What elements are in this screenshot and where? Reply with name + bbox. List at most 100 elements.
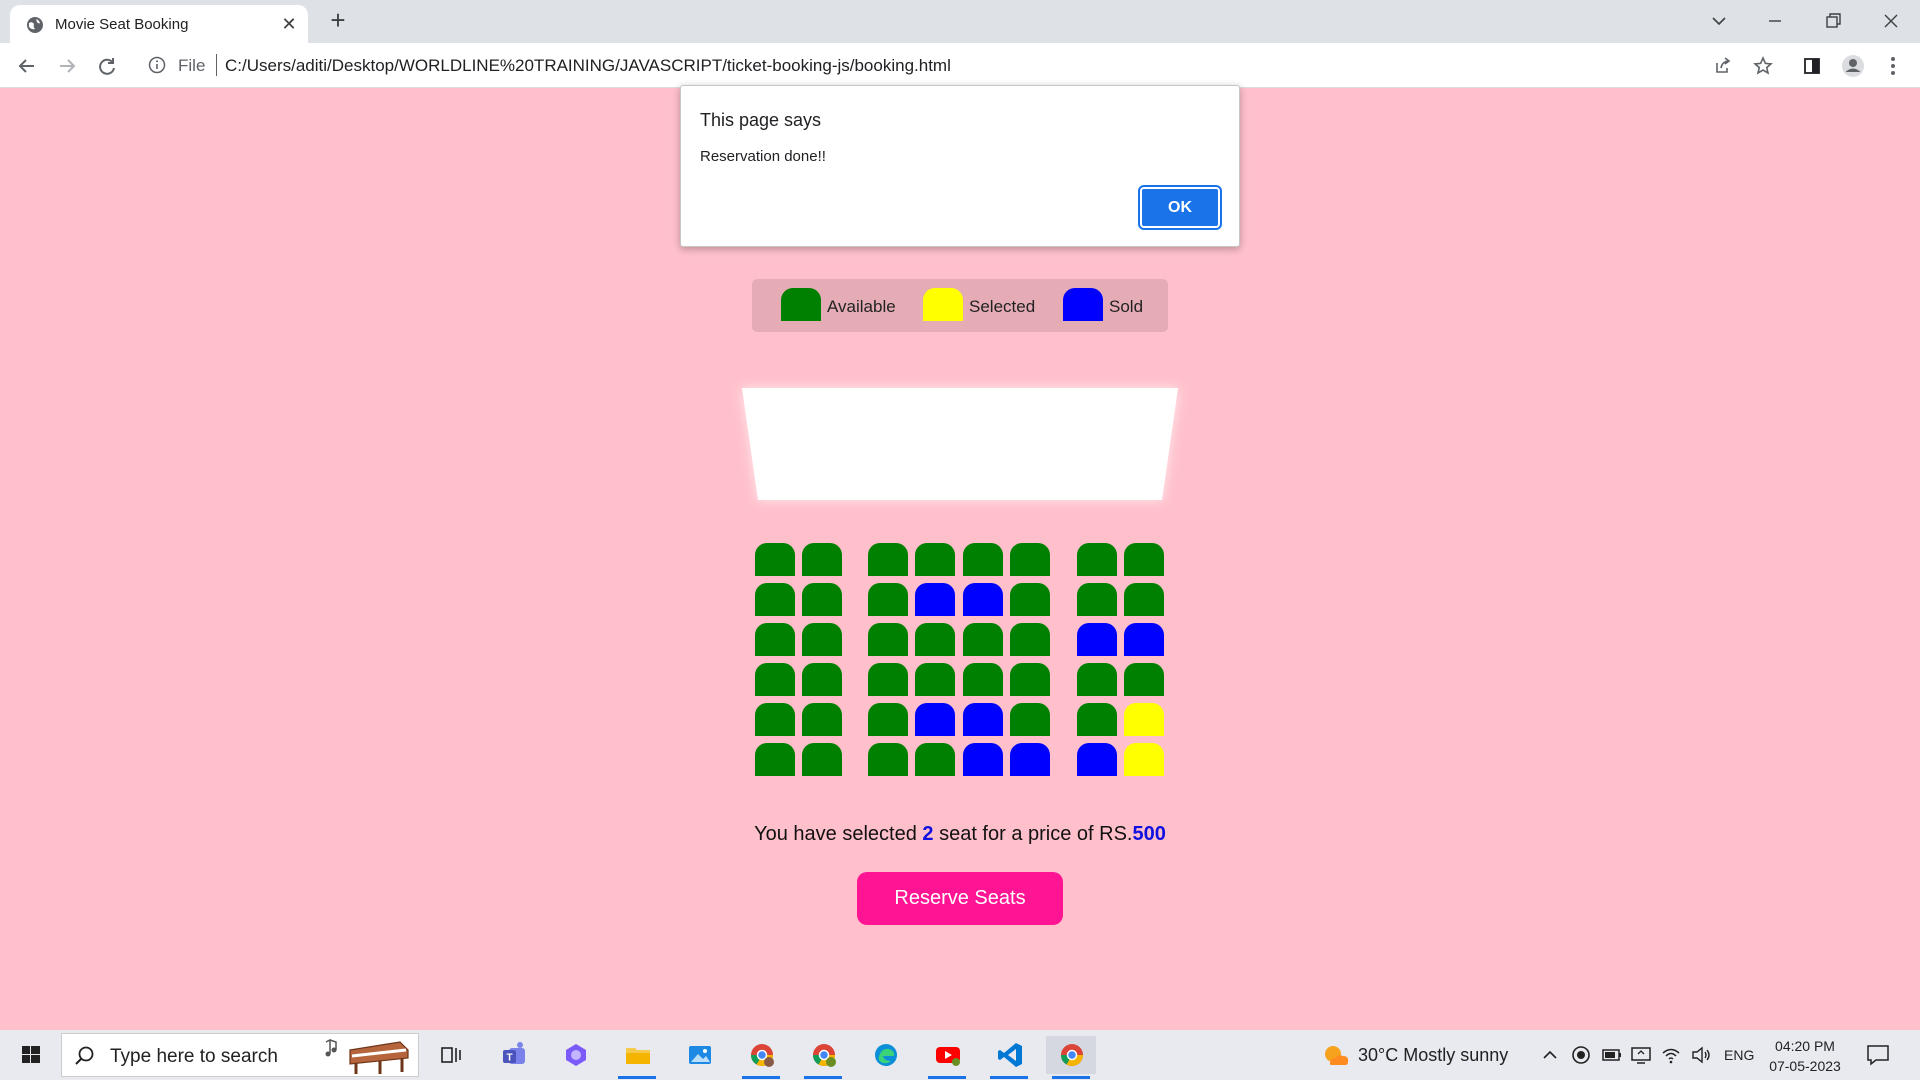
browser-tab[interactable]: Movie Seat Booking ✕	[10, 5, 308, 43]
seat-available[interactable]	[915, 623, 955, 656]
seat-available[interactable]	[1077, 583, 1117, 616]
copilot-icon[interactable]	[550, 1036, 600, 1074]
notification-icon[interactable]	[1866, 1044, 1890, 1066]
chrome-icon[interactable]	[1046, 1036, 1096, 1079]
taskbar-search-box[interactable]: Type here to search	[61, 1033, 419, 1077]
summary-middle: seat for a price of RS.	[933, 823, 1133, 845]
tab-close-icon[interactable]: ✕	[280, 15, 298, 33]
seat-available[interactable]	[802, 543, 842, 576]
seat-available[interactable]	[755, 583, 795, 616]
chrome-profile-icon[interactable]	[736, 1036, 786, 1079]
info-icon[interactable]	[148, 56, 166, 74]
svg-text:T: T	[506, 1053, 512, 1064]
task-view-icon[interactable]	[425, 1036, 475, 1074]
seat-available[interactable]	[963, 623, 1003, 656]
youtube-app-icon[interactable]	[922, 1036, 972, 1079]
bookmark-star-icon[interactable]	[1748, 51, 1778, 81]
seat-available[interactable]	[1010, 703, 1050, 736]
edge-icon[interactable]	[860, 1036, 910, 1074]
alert-ok-button[interactable]: OK	[1138, 185, 1222, 230]
seat-available[interactable]	[1124, 663, 1164, 696]
running-indicator	[1052, 1076, 1090, 1079]
forward-arrow-icon[interactable]	[52, 51, 82, 81]
seat-available[interactable]	[963, 663, 1003, 696]
seat-available[interactable]	[963, 543, 1003, 576]
url-text[interactable]: C:/Users/aditi/Desktop/WORLDLINE%20TRAIN…	[225, 56, 951, 76]
menu-kebab-icon[interactable]	[1878, 51, 1908, 81]
seat-available[interactable]	[802, 583, 842, 616]
seat-available[interactable]	[755, 743, 795, 776]
seat-available[interactable]	[1124, 583, 1164, 616]
minimize-button[interactable]	[1760, 6, 1790, 36]
seat-selected[interactable]	[1124, 703, 1164, 736]
piano-illustration-icon	[325, 1038, 409, 1074]
alert-title: This page says	[700, 110, 822, 130]
side-panel-icon[interactable]	[1797, 51, 1827, 81]
volume-icon[interactable]	[1690, 1044, 1712, 1066]
sun-cloud-icon	[1325, 1046, 1349, 1065]
back-arrow-icon[interactable]	[12, 51, 42, 81]
running-indicator	[928, 1076, 966, 1079]
seat-available[interactable]	[1010, 543, 1050, 576]
profile-avatar-icon[interactable]	[1838, 51, 1868, 81]
teams-icon[interactable]: T	[488, 1036, 538, 1074]
file-explorer-icon[interactable]	[612, 1036, 662, 1079]
seat-available[interactable]	[868, 743, 908, 776]
reserve-seats-button[interactable]: Reserve Seats	[857, 872, 1063, 925]
battery-icon[interactable]	[1601, 1044, 1623, 1066]
seat-available[interactable]	[1077, 663, 1117, 696]
seat-available[interactable]	[755, 663, 795, 696]
seat-selected[interactable]	[1124, 743, 1164, 776]
seat-sold	[915, 703, 955, 736]
seat-available[interactable]	[915, 543, 955, 576]
legend-label: Sold	[1109, 297, 1144, 316]
seat-available[interactable]	[1124, 543, 1164, 576]
seat-available[interactable]	[802, 663, 842, 696]
seat-available[interactable]	[915, 743, 955, 776]
seat-available[interactable]	[868, 543, 908, 576]
alert-message: Reservation done!!	[700, 148, 826, 165]
seat-available[interactable]	[1077, 703, 1117, 736]
seat-available[interactable]	[1010, 583, 1050, 616]
search-icon	[75, 1046, 94, 1065]
language-indicator[interactable]: ENG	[1724, 1047, 1754, 1063]
seat-available[interactable]	[868, 623, 908, 656]
display-icon[interactable]	[1630, 1044, 1652, 1066]
tab-search-chevron-icon[interactable]	[1704, 6, 1734, 36]
tab-title: Movie Seat Booking	[55, 16, 189, 33]
search-placeholder: Type here to search	[110, 1046, 278, 1067]
wifi-icon[interactable]	[1660, 1044, 1682, 1066]
close-window-button[interactable]	[1876, 6, 1906, 36]
windows-start-icon[interactable]	[10, 1040, 52, 1070]
record-icon[interactable]	[1570, 1044, 1592, 1066]
seat-available[interactable]	[1010, 623, 1050, 656]
chevron-up-icon[interactable]	[1539, 1044, 1561, 1066]
seat-available[interactable]	[1010, 663, 1050, 696]
seat-available[interactable]	[868, 703, 908, 736]
reload-icon[interactable]	[92, 51, 122, 81]
chrome-profile-2-icon[interactable]	[798, 1036, 848, 1079]
seat-available[interactable]	[802, 703, 842, 736]
seat-available[interactable]	[755, 623, 795, 656]
share-icon[interactable]	[1707, 51, 1737, 81]
movie-screen	[742, 388, 1178, 500]
photos-icon[interactable]	[674, 1036, 724, 1074]
running-indicator	[618, 1076, 656, 1079]
new-tab-button[interactable]: +	[326, 7, 350, 33]
restore-button[interactable]	[1818, 6, 1848, 36]
clock-time: 04:20 PM	[1775, 1038, 1835, 1054]
seat-sold	[963, 703, 1003, 736]
legend-seat-selected	[923, 288, 963, 321]
seat-available[interactable]	[868, 583, 908, 616]
seat-available[interactable]	[868, 663, 908, 696]
seat-available[interactable]	[802, 743, 842, 776]
seat-available[interactable]	[915, 663, 955, 696]
seat-available[interactable]	[1077, 543, 1117, 576]
clock[interactable]: 04:20 PM 07-05-2023	[1760, 1036, 1850, 1076]
summary-prefix: You have selected	[754, 823, 923, 845]
vscode-icon[interactable]	[984, 1036, 1034, 1079]
address-bar[interactable]: File C:/Users/aditi/Desktop/WORLDLINE%20…	[138, 48, 1778, 82]
seat-available[interactable]	[755, 703, 795, 736]
seat-available[interactable]	[755, 543, 795, 576]
seat-available[interactable]	[802, 623, 842, 656]
